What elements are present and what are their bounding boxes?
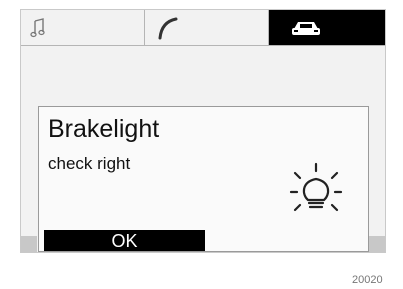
content-area: Brakelight check right OK bbox=[21, 46, 385, 252]
phone-icon bbox=[158, 17, 178, 40]
tab-vehicle[interactable] bbox=[269, 10, 385, 45]
music-note-icon bbox=[30, 18, 45, 38]
tab-phone[interactable] bbox=[145, 10, 269, 45]
tab-bar bbox=[21, 10, 385, 46]
tab-audio[interactable] bbox=[21, 10, 145, 45]
display-screen: Brakelight check right OK bbox=[20, 9, 386, 253]
scroll-right-indicator bbox=[369, 236, 385, 252]
dialog-title: Brakelight bbox=[48, 115, 160, 143]
image-reference-code: 20020 bbox=[352, 274, 383, 286]
warning-dialog: Brakelight check right OK bbox=[38, 106, 369, 252]
scroll-left-indicator bbox=[21, 236, 37, 252]
lightbulb-icon bbox=[289, 162, 343, 212]
ok-button[interactable]: OK bbox=[44, 230, 205, 251]
car-icon bbox=[292, 22, 320, 35]
dialog-message: check right bbox=[48, 154, 131, 173]
